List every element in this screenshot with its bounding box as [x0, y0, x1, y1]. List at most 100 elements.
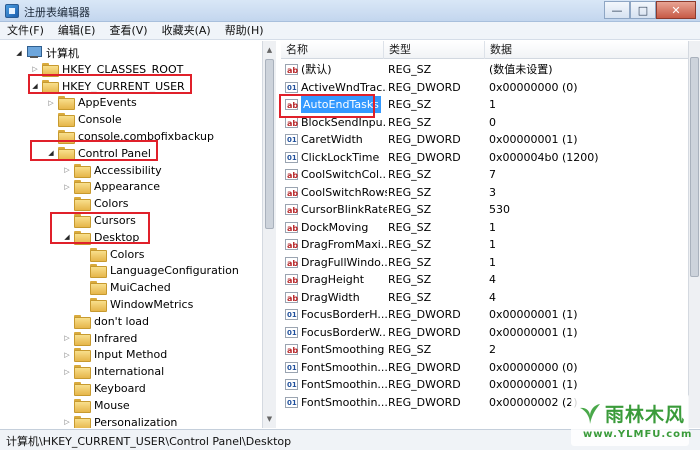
scroll-up-arrow-icon[interactable]: ▲ [263, 43, 276, 57]
minimize-button[interactable]: — [604, 1, 630, 19]
collapsed-arrow-icon[interactable]: ▷ [62, 367, 72, 377]
value-row[interactable]: FontSmoothin...REG_DWORD 0x00000000 (0) [281, 359, 688, 376]
value-row[interactable]: FocusBorderH...REG_DWORD 0x00000001 (1) [281, 306, 688, 323]
tree-item[interactable]: ◢ HKEY_CURRENT_USER [30, 78, 185, 95]
value-row[interactable]: DragFullWindo...REG_SZ 1 [281, 254, 688, 271]
tree-item-label: Keyboard [94, 382, 146, 395]
menu-help[interactable]: 帮助(H) [218, 22, 271, 40]
value-row[interactable]: DragHeight REG_SZ 4 [281, 271, 688, 288]
collapsed-arrow-icon[interactable]: ▷ [62, 165, 72, 175]
registry-value-list[interactable]: 名称 类型 数据 (默认) REG_SZ (数值未设置) ActiveWndTrac.… [281, 41, 688, 428]
value-data: 1 [489, 255, 496, 269]
folder-icon [74, 331, 91, 346]
leaf-logo-icon [580, 404, 600, 424]
value-name: FontSmoothin... [301, 360, 387, 374]
tree-item[interactable]: Console [46, 111, 122, 128]
list-scroll-thumb[interactable] [690, 57, 699, 277]
value-row[interactable]: BlockSendInpu...REG_SZ 0 [281, 114, 688, 131]
string-value-icon [285, 167, 298, 183]
tree-item[interactable]: ▷ Infrared [62, 330, 137, 347]
folder-icon [74, 163, 91, 178]
tree-item[interactable]: Colors [62, 195, 128, 212]
regedit-app-icon [5, 4, 19, 18]
expanded-arrow-icon[interactable]: ◢ [46, 148, 56, 158]
tree-item-label: Infrared [94, 331, 138, 345]
expanded-arrow-icon[interactable]: ◢ [14, 48, 24, 58]
expanded-arrow-icon[interactable]: ◢ [62, 232, 72, 242]
value-data: 2 [489, 343, 496, 356]
computer-icon [26, 46, 42, 59]
value-row[interactable]: DragWidth REG_SZ 4 [281, 289, 688, 306]
value-row[interactable]: DragFromMaxi...REG_SZ 1 [281, 236, 688, 253]
collapsed-arrow-icon[interactable]: ▷ [62, 333, 72, 343]
expanded-arrow-icon[interactable]: ◢ [30, 81, 40, 91]
tree-item[interactable]: don't load [62, 313, 149, 330]
maximize-button[interactable]: □ [630, 1, 656, 19]
tree-scrollbar[interactable]: ▲ ▼ [262, 41, 276, 428]
collapsed-arrow-icon[interactable]: ▷ [46, 98, 56, 108]
menu-edit[interactable]: 编辑(E) [51, 22, 103, 40]
tree-item[interactable]: ▷ Appearance [62, 178, 160, 195]
column-header-data[interactable]: 数据 [485, 41, 688, 59]
collapsed-arrow-icon[interactable]: ▷ [30, 64, 40, 74]
tree-item[interactable]: ▷ Input Method [62, 346, 167, 363]
value-name-cell: CaretWidth [285, 131, 387, 148]
no-arrow-spacer [62, 384, 72, 394]
tree-item[interactable]: Mouse [62, 397, 130, 414]
tree-item[interactable]: MuiCached [78, 279, 171, 296]
value-row[interactable]: CaretWidth REG_DWORD 0x00000001 (1) [281, 131, 688, 148]
value-type: REG_DWORD [388, 360, 461, 374]
menu-favorites[interactable]: 收藏夹(A) [155, 22, 218, 40]
tree-item[interactable]: ◢ Desktop [62, 229, 139, 246]
tree-item[interactable]: ▷ HKEY_CLASSES_ROOT [30, 61, 183, 78]
value-row[interactable]: AutoEndTasks REG_SZ 1 [281, 96, 688, 113]
tree-item[interactable]: console.combofixbackup [46, 128, 214, 145]
value-row[interactable]: FontSmoothingREG_SZ 2 [281, 341, 688, 358]
registry-key-tree[interactable]: ◢ 计算机 ▷ HKEY_CLASSES_ROOT ◢ HKEY_CURRENT_USER… [0, 41, 276, 428]
tree-scroll-thumb[interactable] [265, 59, 274, 229]
tree-item[interactable]: LanguageConfiguration [78, 262, 239, 279]
folder-icon [74, 348, 91, 363]
menu-bar: 文件(F) 编辑(E) 查看(V) 收藏夹(A) 帮助(H) [0, 22, 700, 40]
column-header-name[interactable]: 名称 [281, 41, 384, 59]
value-type: REG_DWORD [388, 378, 461, 391]
column-header-type[interactable]: 类型 [384, 41, 485, 59]
value-type: REG_SZ [388, 255, 432, 269]
list-scrollbar[interactable] [688, 41, 700, 428]
scroll-down-arrow-icon[interactable]: ▼ [263, 412, 276, 426]
tree-item[interactable]: Colors [78, 246, 144, 263]
value-name-cell: FocusBorderW... [285, 324, 387, 341]
collapsed-arrow-icon[interactable]: ▷ [62, 350, 72, 360]
value-row[interactable]: (默认) REG_SZ (数值未设置) [281, 61, 688, 78]
no-arrow-spacer [46, 115, 56, 125]
value-row[interactable]: ClickLockTime REG_DWORD 0x000004b0 (1200) [281, 149, 688, 166]
tree-item[interactable]: Cursors [62, 212, 136, 229]
value-row[interactable]: DockMoving REG_SZ 1 [281, 219, 688, 236]
string-value-icon [285, 202, 298, 218]
collapsed-arrow-icon[interactable]: ▷ [62, 417, 72, 427]
menu-file[interactable]: 文件(F) [0, 22, 51, 40]
value-row[interactable]: FontSmoothin...REG_DWORD 0x00000001 (1) [281, 376, 688, 393]
folder-icon [90, 264, 107, 279]
tree-item[interactable]: ▷ Personalization [62, 414, 177, 428]
title-bar[interactable]: 注册表编辑器 — □ ✕ [0, 0, 700, 22]
menu-view[interactable]: 查看(V) [102, 22, 154, 40]
tree-item[interactable]: ▷ International [62, 363, 164, 380]
value-name-cell: FontSmoothing [285, 341, 387, 358]
folder-icon [74, 365, 91, 380]
value-row[interactable]: CursorBlinkRateREG_SZ 530 [281, 201, 688, 218]
string-value-icon [285, 290, 298, 306]
tree-item[interactable]: WindowMetrics [78, 296, 193, 313]
value-row[interactable]: CoolSwitchCol...REG_SZ 7 [281, 166, 688, 183]
tree-item[interactable]: ▷ AppEvents [46, 94, 137, 111]
tree-item[interactable]: ◢ 计算机 [14, 44, 79, 61]
tree-item[interactable]: ▷ Accessibility [62, 162, 162, 179]
close-button[interactable]: ✕ [656, 1, 696, 19]
collapsed-arrow-icon[interactable]: ▷ [62, 182, 72, 192]
value-row[interactable]: CoolSwitchRowsREG_SZ 3 [281, 184, 688, 201]
tree-item[interactable]: ◢ Control Panel [46, 145, 151, 162]
value-row[interactable]: ActiveWndTrac...REG_DWORD 0x00000000 (0) [281, 79, 688, 96]
value-row[interactable]: FocusBorderW...REG_DWORD 0x00000001 (1) [281, 324, 688, 341]
value-data: 0x00000001 (1) [489, 378, 578, 391]
tree-item[interactable]: Keyboard [62, 380, 146, 397]
